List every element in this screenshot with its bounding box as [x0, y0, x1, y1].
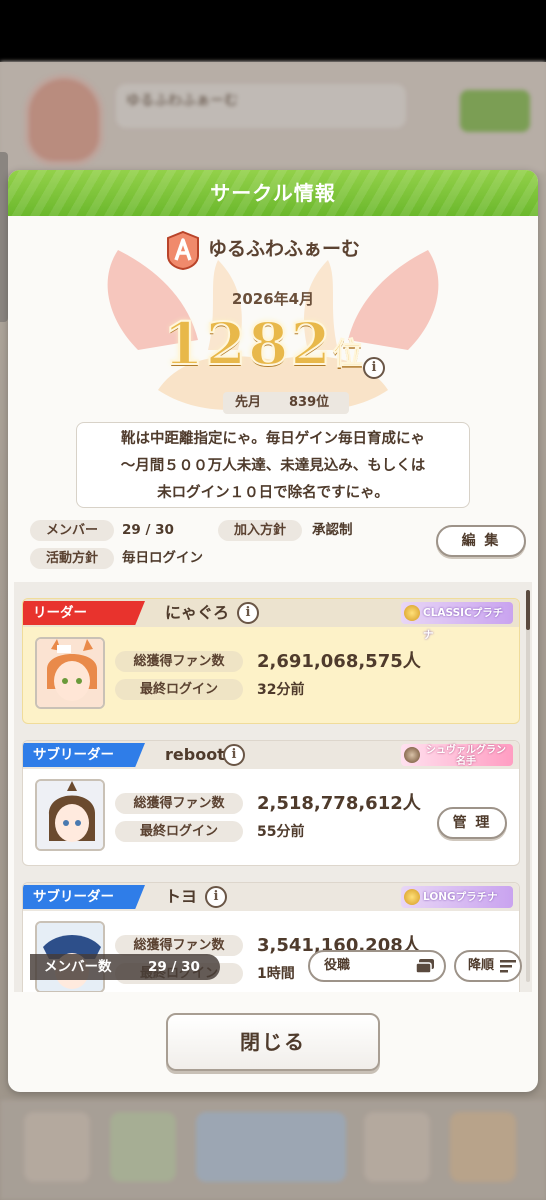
join-policy-label: 加入方針	[218, 520, 302, 541]
side-tab	[0, 152, 8, 322]
last-month-label: 先月	[235, 395, 262, 410]
circle-name: ゆるふわふぁーむ	[208, 238, 361, 260]
role-badge: サブリーダー	[23, 885, 145, 909]
join-policy-value: 承認制	[312, 522, 353, 538]
last-login-value: 55分前	[257, 824, 305, 840]
rank-display: 1282位	[148, 309, 378, 380]
character-portrait-icon	[37, 781, 103, 849]
member-list[interactable]: リーダー にゃぐろ i CLASSICプラチナ 総獲得ファン数 2,691,06…	[14, 582, 532, 992]
sort-button[interactable]: 役職	[308, 950, 446, 982]
edit-button[interactable]: 編 集	[436, 525, 526, 557]
fans-value: 2,518,778,612人	[257, 793, 421, 814]
title-badge: LONGプラチナ	[401, 886, 513, 908]
character-medal-icon	[404, 747, 420, 763]
avatar[interactable]	[35, 779, 105, 851]
list-scrollbar[interactable]	[526, 590, 530, 982]
members-label: メンバー	[30, 520, 114, 541]
last-month-rank: 先月 839位	[223, 392, 349, 414]
title-badge: シュヴァルグラン 名手	[401, 744, 513, 767]
window-icon	[416, 959, 434, 973]
member-card[interactable]: サブリーダー reboot i シュヴァルグラン 名手 総獲得ファン数 2,51…	[22, 740, 520, 866]
member-count-label: メンバー数	[44, 959, 112, 975]
rank-info-icon[interactable]: i	[363, 357, 385, 379]
member-count-pill: メンバー数 29 / 30	[30, 954, 220, 980]
fans-label: 総獲得ファン数	[115, 793, 243, 814]
status-bar	[0, 0, 546, 62]
member-info-icon[interactable]: i	[205, 886, 227, 908]
title-badge: CLASSICプラチナ	[401, 602, 513, 641]
circle-rank-emblem-icon	[167, 230, 199, 270]
description-line: ～月間５００万人未達、未達見込み、もしくは	[120, 458, 426, 474]
activity-policy-label: 活動方針	[30, 548, 114, 569]
circle-description: 靴は中距離指定にゃ。毎日ゲイン毎日育成にゃ ～月間５００万人未達、未達見込み、も…	[76, 422, 470, 508]
order-button[interactable]: 降順	[454, 950, 522, 982]
activity-policy-value: 毎日ログイン	[122, 550, 203, 566]
description-line: 未ログイン１０日で除名ですにゃ。	[157, 485, 389, 501]
sort-descending-icon	[500, 960, 516, 973]
title-badge-line: 名手	[456, 756, 476, 767]
role-badge: サブリーダー	[23, 743, 145, 767]
order-label: 降順	[468, 958, 495, 973]
list-scrollbar-thumb[interactable]	[526, 590, 530, 630]
title-badge-line: シュヴァルグラン	[426, 745, 506, 756]
medal-icon	[404, 889, 420, 905]
title-badge-label: LONGプラチナ	[423, 891, 498, 903]
medal-icon	[404, 605, 420, 621]
member-card[interactable]: リーダー にゃぐろ i CLASSICプラチナ 総獲得ファン数 2,691,06…	[22, 598, 520, 724]
dialog-title: サークル情報	[210, 181, 336, 205]
fans-value: 2,691,068,575人	[257, 651, 421, 672]
avatar[interactable]	[35, 637, 105, 709]
close-button[interactable]: 閉じる	[166, 1013, 380, 1071]
fans-label: 総獲得ファン数	[115, 651, 243, 672]
fans-label: 総獲得ファン数	[115, 935, 243, 956]
member-name: にゃぐろ	[165, 603, 230, 622]
member-info-icon[interactable]: i	[237, 602, 259, 624]
members-value: 29 / 30	[122, 522, 174, 538]
last-login-value: 1時間	[257, 966, 295, 982]
member-name: reboot	[165, 745, 225, 764]
rank-month: 2026年4月	[231, 290, 315, 308]
rank-number: 1282	[162, 309, 333, 379]
character-portrait-icon	[37, 639, 103, 707]
last-login-label: 最終ログイン	[115, 821, 243, 842]
last-login-label: 最終ログイン	[115, 679, 243, 700]
last-login-value: 32分前	[257, 682, 305, 698]
role-badge: リーダー	[23, 601, 145, 625]
dialog-header: サークル情報	[8, 170, 538, 216]
circle-info-dialog: サークル情報 ゆるふわふぁーむ 2026年4月 1282位 i 先月 839位 …	[8, 170, 538, 1092]
description-line: 靴は中距離指定にゃ。毎日ゲイン毎日育成にゃ	[121, 431, 425, 447]
member-info-icon[interactable]: i	[223, 744, 245, 766]
member-name: トヨ	[165, 887, 198, 906]
last-month-value: 839位	[289, 395, 330, 410]
member-count-value: 29 / 30	[148, 959, 200, 975]
manage-button[interactable]: 管 理	[437, 807, 507, 839]
rank-suffix: 位	[332, 337, 363, 373]
sort-label: 役職	[324, 958, 351, 973]
